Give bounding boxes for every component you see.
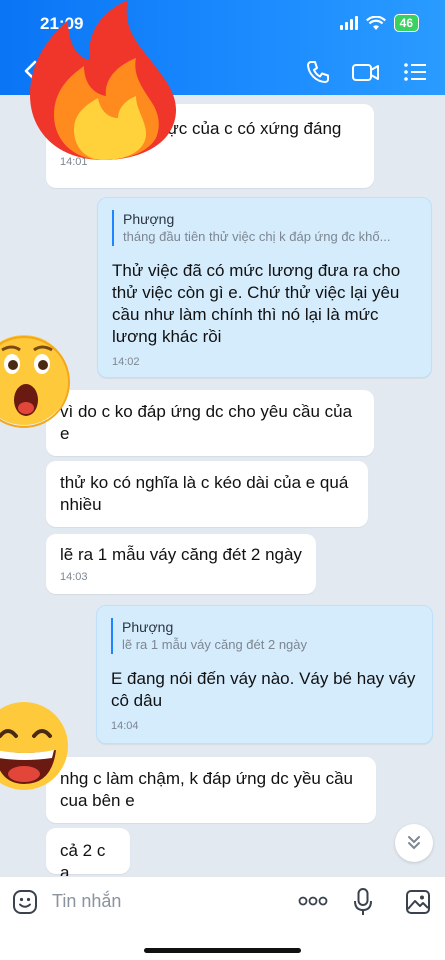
wifi-icon bbox=[365, 15, 386, 30]
double-chevron-down-icon bbox=[408, 836, 420, 850]
quote-author: Phượng bbox=[122, 619, 174, 635]
message-text: thử ko có nghĩa là c kéo dài của e quá n… bbox=[60, 473, 349, 514]
quote-author: Phượng bbox=[123, 211, 175, 227]
quoted-reply[interactable]: Phượng lẽ ra 1 mẫu váy căng đét 2 ngày bbox=[111, 618, 418, 654]
status-icons: 46 bbox=[339, 14, 419, 32]
list-menu-icon[interactable] bbox=[401, 58, 429, 86]
grinning-face-emoji-icon bbox=[0, 702, 68, 790]
message-time: 14:04 bbox=[111, 720, 139, 732]
message-outgoing[interactable]: Phượng lẽ ra 1 mẫu váy căng đét 2 ngày E… bbox=[96, 605, 433, 744]
message-incoming[interactable]: vì do c ko đáp ứng dc cho yêu cầu của e bbox=[46, 390, 374, 456]
quote-text: tháng đầu tiên thử việc chị k đáp ứng đc… bbox=[123, 229, 391, 244]
phone-icon[interactable] bbox=[304, 58, 332, 86]
fire-emoji-icon bbox=[30, 0, 176, 160]
message-text: vì do c ko đáp ứng dc cho yêu cầu của e bbox=[60, 402, 353, 443]
message-incoming[interactable]: lẽ ra 1 mẫu váy căng đét 2 ngày 14:03 bbox=[46, 534, 316, 594]
message-incoming[interactable]: nhg c làm chậm, k đáp ứng dc yều cầu cua… bbox=[46, 757, 376, 823]
message-composer: Tin nhắn bbox=[0, 876, 445, 960]
quoted-reply[interactable]: Phượng tháng đầu tiên thử việc chị k đáp… bbox=[112, 210, 417, 246]
cellular-signal-icon bbox=[339, 16, 358, 30]
microphone-icon[interactable] bbox=[352, 887, 374, 917]
message-time: 14:03 bbox=[60, 571, 88, 583]
message-text: nhg c làm chậm, k đáp ứng dc yều cầu cua… bbox=[60, 769, 353, 810]
smiley-icon[interactable] bbox=[12, 889, 38, 915]
message-incoming[interactable]: thử ko có nghĩa là c kéo dài của e quá n… bbox=[46, 461, 368, 527]
message-time: 14:02 bbox=[112, 356, 140, 368]
video-camera-icon[interactable] bbox=[351, 58, 381, 86]
battery-badge: 46 bbox=[393, 14, 419, 32]
message-incoming[interactable]: cả 2 c ạ bbox=[46, 828, 130, 882]
quote-text: lẽ ra 1 mẫu váy căng đét 2 ngày bbox=[122, 637, 308, 652]
more-dots-icon[interactable] bbox=[298, 895, 328, 907]
message-outgoing[interactable]: Phượng tháng đầu tiên thử việc chị k đáp… bbox=[97, 197, 432, 378]
message-text: lẽ ra 1 mẫu váy căng đét 2 ngày bbox=[60, 545, 302, 564]
image-icon[interactable] bbox=[405, 889, 431, 915]
message-input[interactable]: Tin nhắn bbox=[52, 891, 121, 912]
home-indicator bbox=[144, 948, 301, 953]
message-text: E đang nói đến váy nào. Váy bé hay váy c… bbox=[111, 669, 416, 710]
surprised-face-emoji-icon bbox=[0, 335, 70, 428]
message-text: Thử việc đã có mức lương đưa ra cho thử … bbox=[112, 261, 401, 346]
scroll-to-bottom-button[interactable] bbox=[395, 824, 433, 862]
